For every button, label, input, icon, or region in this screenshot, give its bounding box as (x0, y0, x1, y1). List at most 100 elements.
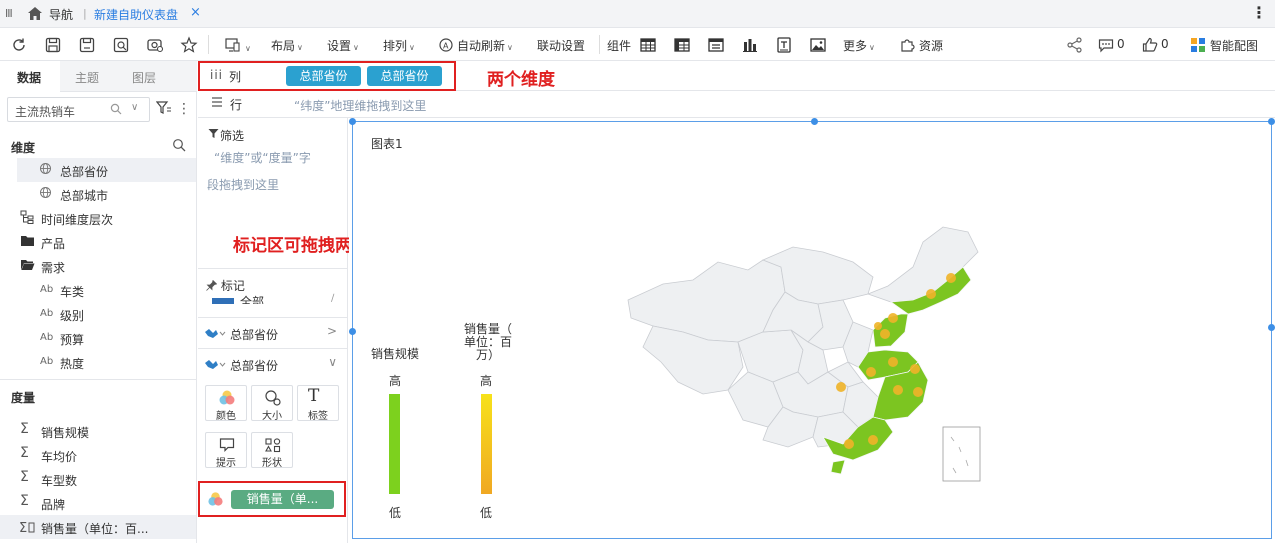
list-icon (211, 96, 223, 111)
preview-icon[interactable] (112, 36, 130, 54)
measure-item[interactable]: Σ 车型数 (0, 467, 196, 491)
comment-count: 0 (1117, 37, 1125, 51)
dimension-item[interactable]: 时间维度层次 (0, 206, 196, 230)
dimension-item[interactable]: 总部城市 (17, 182, 196, 206)
tab-dashboard[interactable]: 新建自助仪表盘 (94, 6, 178, 23)
text-component-icon[interactable] (775, 36, 793, 54)
dimension-item[interactable]: 总部省份 (17, 158, 196, 182)
table-icon[interactable] (639, 36, 657, 54)
resources-button[interactable]: 资源 (919, 37, 943, 54)
measure-item[interactable]: Σ 车均价 (0, 443, 196, 467)
text-field-icon: Ab (40, 332, 54, 343)
dimension-item[interactable]: Ab 热度 (0, 350, 196, 374)
chevron-down-icon[interactable]: ∨ (328, 355, 337, 369)
rows-shelf[interactable]: 行 “纬度”地理维拖拽到这里 (198, 91, 1275, 118)
dataset-value: 主流热销车 (15, 105, 76, 119)
measures-title: 度量 (11, 391, 36, 405)
linkage-settings-button[interactable]: 联动设置 (537, 37, 585, 54)
chart-frame[interactable]: 图表1 销售规模 高 低 销售量（ 单位：百 万） 高 低 (352, 121, 1272, 539)
legend-title-line: 万） (475, 348, 500, 362)
home-icon[interactable] (27, 6, 43, 24)
settings-menu[interactable]: 设置 ∨ (327, 37, 359, 54)
dimension-label: 级别 (60, 309, 85, 323)
tab-theme[interactable]: 主题 (75, 69, 99, 86)
tooltip-button[interactable]: 提示 (205, 432, 247, 469)
toolbar: ∨ 布局 ∨ 设置 ∨ 排列 ∨ A 自动刷新 ∨ 联动设置 组件 更多 ∨ 资源 0 0… (0, 28, 1275, 61)
size-button[interactable]: 大小 (251, 385, 293, 422)
tab-data[interactable]: 数据 (17, 69, 41, 86)
measure-label: 品牌 (41, 498, 66, 512)
dimension-label: 产品 (41, 237, 66, 251)
chevron-down-icon[interactable]: ∨ (131, 102, 138, 113)
dashboard-canvas: 图表1 销售规模 高 低 销售量（ 单位：百 万） 高 低 (349, 118, 1275, 543)
mark-layer-1[interactable]: 总部省份 > (198, 317, 347, 348)
auto-refresh-menu[interactable]: 自动刷新 ∨ (457, 37, 513, 54)
puzzle-icon[interactable] (899, 36, 917, 54)
dataset-select[interactable]: 主流热销车 ∨ (7, 97, 150, 122)
legend-high-label: 高 (389, 374, 402, 388)
dimension-item[interactable]: 需求 (0, 254, 196, 278)
label-button-label: 标签 (308, 411, 328, 422)
marks-panel: 筛选 “维度”或“度量”字 段拖拽到这里 标记区可拖拽两个度量并设置颜色 标记 … (198, 118, 488, 543)
image-icon[interactable] (809, 36, 827, 54)
favorite-icon[interactable] (180, 36, 198, 54)
more-vertical-icon[interactable]: ⋮ (1251, 3, 1267, 22)
bar-chart-icon[interactable] (741, 36, 759, 54)
device-icon[interactable] (224, 36, 242, 54)
save-as-icon[interactable] (78, 36, 96, 54)
hierarchy-icon (20, 210, 34, 227)
chevron-right-icon[interactable]: > (327, 324, 337, 338)
comment-icon[interactable] (1097, 36, 1115, 54)
search-icon[interactable] (172, 138, 186, 155)
grip-icon[interactable]: III (5, 7, 13, 20)
resize-handle[interactable] (349, 328, 356, 335)
measure-item[interactable]: Σ 品牌 (0, 491, 196, 515)
close-icon[interactable]: × (190, 5, 201, 20)
smart-chart-button[interactable]: 智能配图 (1210, 37, 1258, 54)
shape-button[interactable]: 形状 (251, 432, 293, 469)
share-icon[interactable] (1066, 36, 1084, 54)
rows-label: 行 (230, 98, 243, 112)
more-menu[interactable]: 更多 ∨ (843, 37, 875, 54)
folder-icon (20, 234, 35, 250)
detail-table-icon[interactable] (707, 36, 725, 54)
label-button[interactable]: T 标签 (297, 385, 339, 422)
dimension-item[interactable]: Ab 车类 (0, 278, 196, 302)
resize-handle[interactable] (349, 118, 356, 125)
measure-item[interactable]: Σ 销售量（单位：百... (0, 515, 196, 539)
legend-low-label: 低 (480, 506, 493, 520)
edit-icon[interactable]: ∕ (331, 293, 334, 304)
dimension-item[interactable]: 产品 (0, 230, 196, 254)
color-button[interactable]: 颜色 (205, 385, 247, 422)
marks-divider (198, 268, 347, 269)
dimension-item[interactable]: Ab 预算 (0, 326, 196, 350)
measure-label: 车型数 (41, 474, 78, 488)
smart-chart-icon[interactable] (1189, 36, 1207, 54)
save-icon[interactable] (44, 36, 62, 54)
screenshot-icon[interactable] (146, 36, 164, 54)
search-icon[interactable] (110, 103, 122, 118)
measure-label: 销售量（单位：百... (41, 522, 149, 536)
dimension-item[interactable]: Ab 级别 (0, 302, 196, 326)
chevron-down-icon[interactable]: ∨ (243, 40, 251, 54)
tab-layers[interactable]: 图层 (132, 69, 156, 86)
nav-label[interactable]: 导航 (49, 6, 73, 23)
mark-layer-2[interactable]: 总部省份 ∨ (198, 348, 347, 379)
resize-handle[interactable] (811, 118, 818, 125)
filter-hint-line2: 段拖拽到这里 (207, 178, 280, 192)
refresh-icon[interactable] (10, 36, 28, 54)
measure-item[interactable]: Σ 销售规模 (0, 419, 196, 443)
text-field-icon: Ab (40, 356, 54, 367)
resize-handle[interactable] (1268, 324, 1275, 331)
crosstab-icon[interactable] (673, 36, 691, 54)
like-icon[interactable] (1141, 36, 1159, 54)
more-vertical-icon[interactable]: ⋮ (177, 101, 191, 117)
legend-title: 销售规模 (370, 347, 419, 361)
filter-label: 筛选 (220, 129, 245, 143)
arrange-menu[interactable]: 排列 ∨ (383, 37, 415, 54)
layout-menu[interactable]: 布局 ∨ (271, 37, 303, 54)
dimension-label: 总部城市 (60, 189, 109, 203)
resize-handle[interactable] (1268, 118, 1275, 125)
auto-refresh-icon[interactable]: A (438, 36, 454, 54)
filter-settings-icon[interactable] (155, 101, 172, 118)
